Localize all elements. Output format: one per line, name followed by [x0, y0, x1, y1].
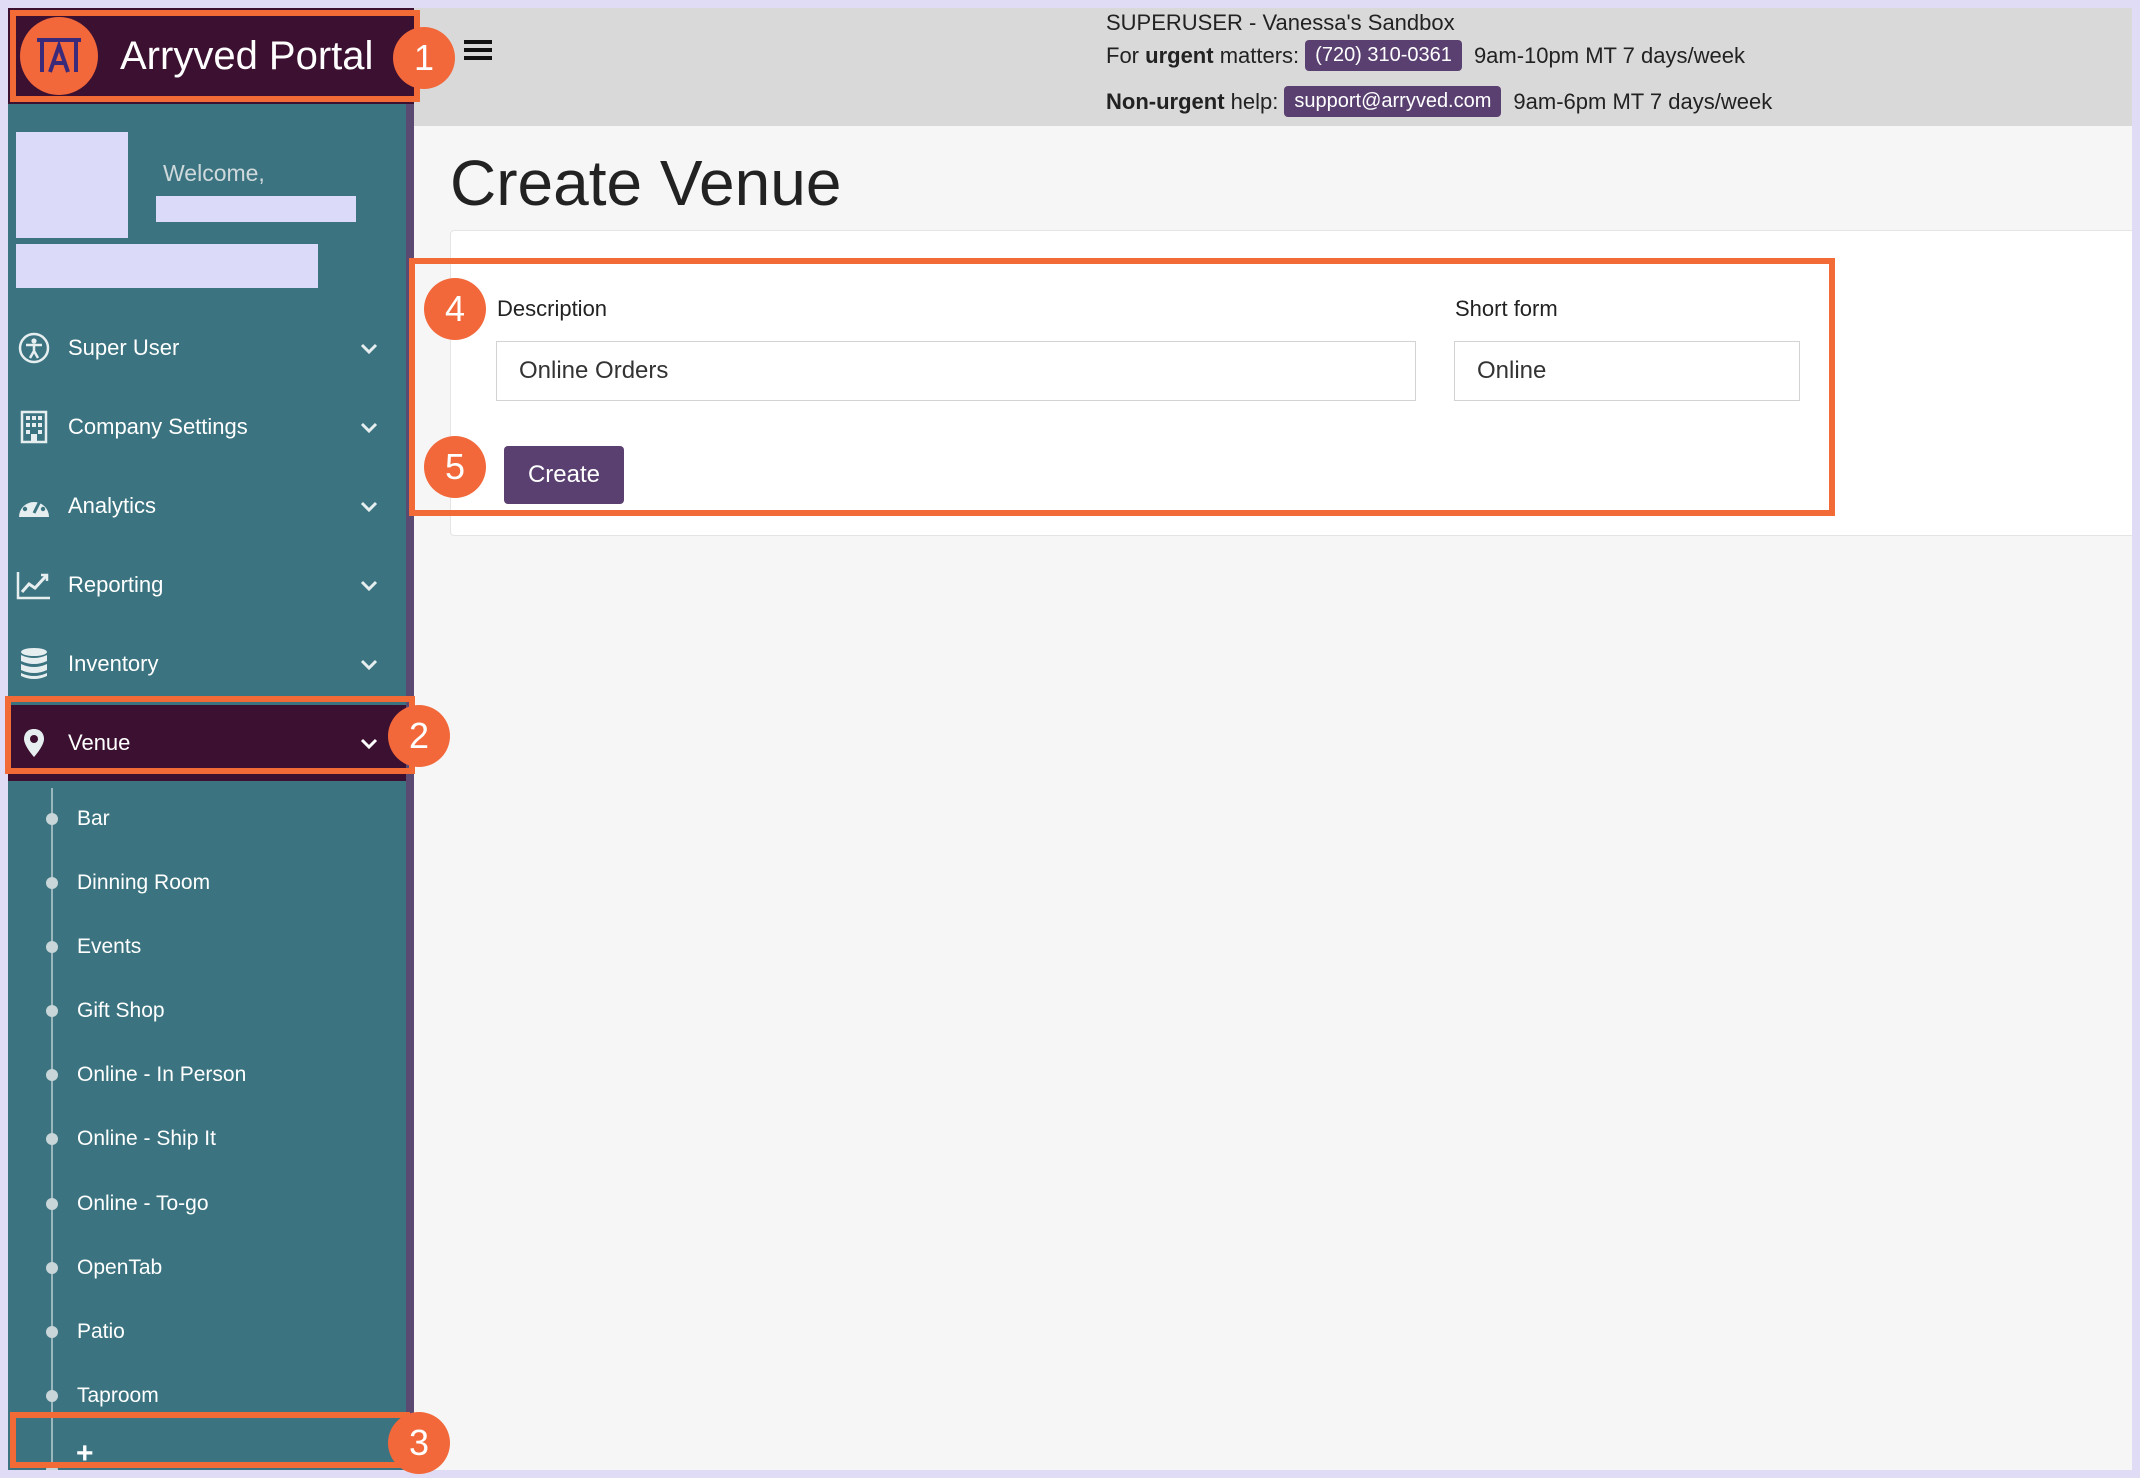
dashboard-gauge-icon [16, 491, 52, 521]
venue-item-label: Online - Ship It [77, 1127, 216, 1150]
nonurgent-hours: 9am-6pm MT 7 days/week [1513, 88, 1773, 114]
bullet-icon [46, 813, 58, 825]
line-chart-icon [16, 570, 52, 600]
avatar [16, 132, 128, 238]
bullet-icon [46, 1390, 58, 1402]
account-name: SUPERUSER - Vanessa's Sandbox [1106, 10, 1455, 35]
venue-item-label: Events [77, 935, 142, 958]
annotation-badge-1: 1 [393, 27, 455, 89]
venue-item-label: OpenTab [77, 1256, 163, 1279]
chevron-down-icon [360, 651, 378, 677]
venue-item-opentab[interactable]: OpenTab [8, 1248, 406, 1288]
venue-item-label: Patio [77, 1320, 125, 1343]
bullet-icon [46, 1262, 58, 1274]
redacted-username [156, 196, 356, 222]
venue-item-label: Dinning Room [77, 871, 211, 894]
chevron-down-icon [360, 335, 378, 361]
annotation-badge-5: 5 [424, 436, 486, 498]
sidebar-item-label: Reporting [68, 572, 164, 597]
venue-item-online-ship-it[interactable]: Online - Ship It [8, 1119, 406, 1159]
annotation-highlight-1 [10, 10, 420, 102]
sidebar-item-analytics[interactable]: Analytics [8, 468, 406, 544]
annotation-highlight-2 [5, 696, 415, 774]
accessibility-icon [16, 332, 52, 364]
chevron-down-icon [360, 493, 378, 519]
bullet-icon [46, 1005, 58, 1017]
redacted-company [16, 244, 318, 288]
venue-item-label: Bar [77, 807, 110, 830]
support-email-badge[interactable]: support@arryved.com [1284, 86, 1502, 117]
venue-item-label: Gift Shop [77, 999, 165, 1022]
welcome-text: Welcome, [163, 160, 265, 186]
top-bar: SUPERUSER - Vanessa's Sandbox For urgent… [414, 8, 2132, 126]
venue-item-label: Taproom [77, 1384, 159, 1407]
urgent-prefix: For [1106, 42, 1146, 68]
annotation-badge-3: 3 [388, 1412, 450, 1474]
nonurgent-support-row: Non-urgent help: support@arryved.com 9am… [1106, 86, 1772, 117]
venue-item-bar[interactable]: Bar [8, 799, 406, 839]
urgent-support-row: For urgent matters: (720) 310-0361 9am-1… [1106, 40, 1745, 71]
venue-item-patio[interactable]: Patio [8, 1312, 406, 1352]
annotation-badge-4: 4 [424, 278, 486, 340]
venue-item-label: Online - In Person [77, 1063, 247, 1086]
venue-item-taproom[interactable]: Taproom [8, 1376, 406, 1416]
nonurgent-bold-text: Non-urgent [1106, 88, 1225, 114]
bullet-icon [46, 1326, 58, 1338]
page-title: Create Venue [450, 147, 842, 219]
bullet-icon [46, 1133, 58, 1145]
sidebar-item-company-settings[interactable]: Company Settings [8, 389, 406, 465]
building-icon [16, 410, 52, 444]
nonurgent-suffix: help: [1224, 88, 1279, 114]
sidebar-item-inventory[interactable]: Inventory [8, 626, 406, 702]
annotation-badge-2: 2 [388, 705, 450, 767]
annotation-highlight-4 [409, 258, 1835, 516]
urgent-suffix: matters: [1213, 42, 1300, 68]
venue-item-gift-shop[interactable]: Gift Shop [8, 991, 406, 1031]
venue-item-online-to-go[interactable]: Online - To-go [8, 1184, 406, 1224]
chevron-down-icon [360, 414, 378, 440]
annotation-highlight-3 [10, 1412, 410, 1468]
bullet-icon [46, 877, 58, 889]
urgent-bold-text: urgent [1145, 42, 1214, 68]
sidebar-item-label: Company Settings [68, 414, 248, 439]
venue-item-online-in-person[interactable]: Online - In Person [8, 1055, 406, 1095]
venue-item-events[interactable]: Events [8, 927, 406, 967]
venue-item-dinning-room[interactable]: Dinning Room [8, 863, 406, 903]
hamburger-menu-icon[interactable] [464, 38, 492, 67]
sidebar-item-reporting[interactable]: Reporting [8, 547, 406, 623]
database-icon [16, 647, 52, 681]
urgent-hours: 9am-10pm MT 7 days/week [1473, 42, 1745, 68]
bullet-icon [46, 941, 58, 953]
urgent-phone-badge[interactable]: (720) 310-0361 [1305, 40, 1462, 71]
bullet-icon [46, 1069, 58, 1081]
sidebar-item-label: Super User [68, 335, 180, 360]
bullet-icon [46, 1198, 58, 1210]
chevron-down-icon [360, 572, 378, 598]
sidebar-item-label: Analytics [68, 493, 157, 518]
sidebar-item-label: Inventory [68, 651, 159, 676]
venue-item-label: Online - To-go [77, 1192, 209, 1215]
sidebar-item-super-user[interactable]: Super User [8, 310, 406, 386]
